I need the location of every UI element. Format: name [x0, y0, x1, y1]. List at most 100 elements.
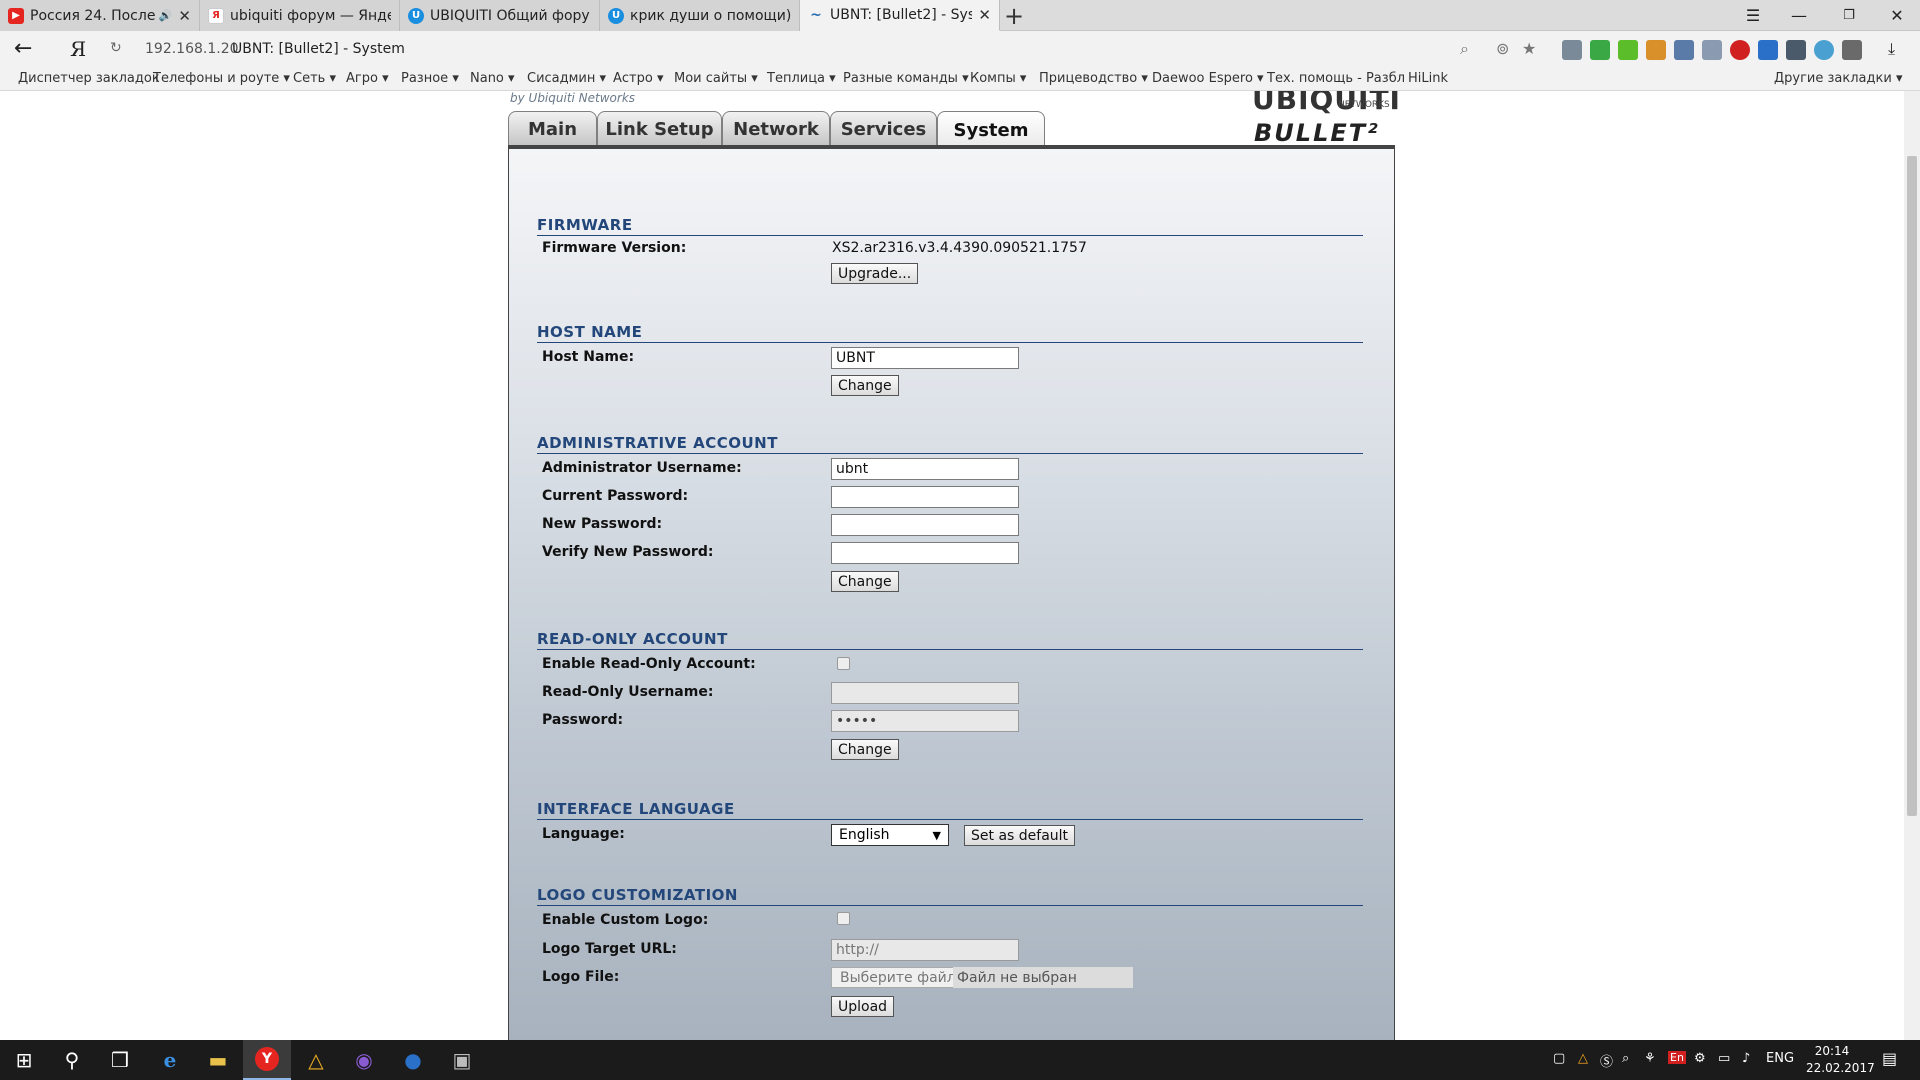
- tray-warning-icon[interactable]: △: [1578, 1051, 1588, 1066]
- upgrade-button[interactable]: Upgrade...: [831, 263, 919, 284]
- host-name-change-button[interactable]: Change: [831, 375, 899, 396]
- tray-network-icon[interactable]: ⚘: [1644, 1051, 1656, 1066]
- bookmark-folder-astro[interactable]: Астро ▾: [613, 71, 664, 86]
- bullet-logo: BULLET²: [1254, 119, 1380, 147]
- bookmark-folder-network[interactable]: Сеть ▾: [293, 71, 336, 86]
- close-window-icon[interactable]: ✕: [1874, 0, 1920, 31]
- bookmark-tech-support[interactable]: Тех. помощь - Разбл: [1267, 71, 1405, 86]
- action-center-icon[interactable]: ▤: [1882, 1049, 1897, 1068]
- downloads-icon[interactable]: ⤓: [1888, 39, 1895, 59]
- other-bookmarks[interactable]: Другие закладки ▾: [1774, 71, 1902, 86]
- task-view-icon[interactable]: ❒: [96, 1040, 144, 1080]
- translate-extension-icon[interactable]: [1758, 40, 1778, 60]
- tray-search-icon[interactable]: ⌕: [1622, 1051, 1629, 1066]
- browser-tab-ubiquiti-forum[interactable]: U UBIQUITI Общий форум | С: [400, 0, 600, 31]
- browser-menu-icon[interactable]: ☰: [1730, 0, 1776, 31]
- browser-tab-ubnt-system[interactable]: ~ UBNT: [Bullet2] - System ✕: [800, 0, 1000, 31]
- back-arrow-icon[interactable]: ←: [14, 36, 32, 61]
- verify-password-input[interactable]: [831, 542, 1019, 564]
- yandex-browser-icon[interactable]: Y: [243, 1040, 291, 1080]
- tab-network[interactable]: Network: [722, 111, 830, 146]
- set-default-language-button[interactable]: Set as default: [964, 825, 1076, 846]
- language-select[interactable]: English ▼: [831, 824, 949, 846]
- drop-extension-icon[interactable]: [1814, 40, 1834, 60]
- close-tab-icon[interactable]: ✕: [978, 6, 991, 24]
- windows-start-icon[interactable]: ⊞: [0, 1040, 48, 1080]
- search-icon[interactable]: ⚲: [48, 1040, 96, 1080]
- admin-change-button[interactable]: Change: [831, 571, 899, 592]
- bookmark-folder-commands[interactable]: Разные команды ▾: [843, 71, 969, 86]
- search-icon[interactable]: ⌕: [1460, 39, 1469, 59]
- url-field[interactable]: 192.168.1.20: [145, 41, 239, 57]
- bookmark-folder-sysadmin[interactable]: Сисадмин ▾: [527, 71, 606, 86]
- imo-icon[interactable]: ●: [389, 1040, 437, 1080]
- adblock-extension-icon[interactable]: [1730, 40, 1750, 60]
- admin-username-input[interactable]: [831, 458, 1019, 480]
- tab-main[interactable]: Main: [508, 111, 597, 146]
- choose-file-button[interactable]: Выберите файл: [831, 967, 965, 988]
- close-tab-icon[interactable]: ✕: [178, 7, 191, 25]
- chat-extension-icon[interactable]: [1646, 40, 1666, 60]
- tray-notes-icon[interactable]: ▢: [1553, 1051, 1565, 1066]
- star-icon[interactable]: ★: [1522, 39, 1536, 58]
- down-arrow-extension-icon[interactable]: [1702, 40, 1722, 60]
- scrollbar-thumb[interactable]: [1907, 156, 1917, 816]
- tray-network-tools-icon[interactable]: ⚙: [1694, 1051, 1706, 1066]
- tab-system[interactable]: System: [937, 111, 1045, 148]
- bookmark-folder-nano[interactable]: Nano ▾: [470, 71, 515, 86]
- tray-volume-icon[interactable]: ♪: [1742, 1051, 1750, 1066]
- tab-title: Россия 24. Последние: [30, 7, 155, 24]
- upload-logo-button[interactable]: Upload: [831, 996, 895, 1017]
- bookmark-folder-daewoo[interactable]: Daewoo Espero ▾: [1152, 71, 1264, 86]
- puzzle-extension-icon[interactable]: [1786, 40, 1806, 60]
- bookmark-folder-misc[interactable]: Разное ▾: [401, 71, 459, 86]
- enable-readonly-checkbox[interactable]: [837, 657, 850, 670]
- readonly-password-input[interactable]: [831, 710, 1019, 732]
- browser-tab-yandex-search[interactable]: Я ubiquiti форум — Яндекс: н: [200, 0, 400, 31]
- system-app-icon[interactable]: ▣: [438, 1040, 486, 1080]
- bookmark-folder-greenhouse[interactable]: Теплица ▾: [767, 71, 836, 86]
- bookmark-folder-computers[interactable]: Компы ▾: [970, 71, 1026, 86]
- tray-en-icon[interactable]: En: [1668, 1051, 1686, 1064]
- page-scrollbar[interactable]: [1904, 91, 1920, 1040]
- bookmark-folder-trailers[interactable]: Прицеводство ▾: [1039, 71, 1148, 86]
- bookmark-folder-phones[interactable]: Телефоны и роуте ▾: [153, 71, 290, 86]
- tab-link-setup[interactable]: Link Setup: [597, 111, 722, 146]
- restore-icon[interactable]: ❐: [1826, 0, 1872, 31]
- speaker-icon[interactable]: 🔊: [159, 9, 173, 22]
- tray-monitor-icon[interactable]: ▭: [1718, 1051, 1730, 1066]
- viber-icon[interactable]: ◉: [340, 1040, 388, 1080]
- tools-extension-icon[interactable]: [1842, 40, 1862, 60]
- host-name-input[interactable]: [831, 347, 1019, 369]
- bookmark-folder-agro[interactable]: Агро ▾: [346, 71, 389, 86]
- tab-services[interactable]: Services: [830, 111, 937, 146]
- verify-password-label: Verify New Password:: [542, 544, 714, 560]
- shield-extension-icon[interactable]: [1590, 40, 1610, 60]
- file-explorer-icon[interactable]: ▬: [194, 1040, 242, 1080]
- new-password-input[interactable]: [831, 514, 1019, 536]
- protect-icon[interactable]: ⊚: [1496, 39, 1509, 58]
- input-language[interactable]: ENG: [1766, 1051, 1794, 1066]
- browser-tab-forum-thread[interactable]: U крик души о помощи))) | U: [600, 0, 800, 31]
- readonly-change-button[interactable]: Change: [831, 739, 899, 760]
- bookmark-manager[interactable]: Диспетчер закладок: [18, 71, 160, 86]
- system-clock[interactable]: 20:14 22.02.2017: [1806, 1043, 1875, 1077]
- tray-skype-icon[interactable]: Ⓢ: [1600, 1051, 1613, 1070]
- browser-tab-russia24[interactable]: ▶ Россия 24. Последние 🔊 ✕: [0, 0, 200, 31]
- readonly-username-input[interactable]: [831, 682, 1019, 704]
- yandex-logo-icon[interactable]: Я: [70, 37, 86, 61]
- download-arrow-extension-icon[interactable]: [1618, 40, 1638, 60]
- new-tab-icon[interactable]: +: [1004, 2, 1024, 30]
- logo-target-url-input[interactable]: [831, 939, 1019, 961]
- bookmark-hilink[interactable]: HiLink: [1408, 71, 1448, 86]
- logo-target-url-label: Logo Target URL:: [542, 941, 677, 957]
- minimize-icon[interactable]: —: [1776, 0, 1822, 31]
- edge-browser-icon[interactable]: e: [146, 1040, 194, 1080]
- bookmark-folder-my-sites[interactable]: Мои сайты ▾: [674, 71, 758, 86]
- enable-custom-logo-checkbox[interactable]: [837, 912, 850, 925]
- cloud-extension-icon[interactable]: [1562, 40, 1582, 60]
- warning-app-icon[interactable]: △: [292, 1040, 340, 1080]
- reload-icon[interactable]: ↻: [110, 40, 122, 56]
- mail-extension-icon[interactable]: [1674, 40, 1694, 60]
- current-password-input[interactable]: [831, 486, 1019, 508]
